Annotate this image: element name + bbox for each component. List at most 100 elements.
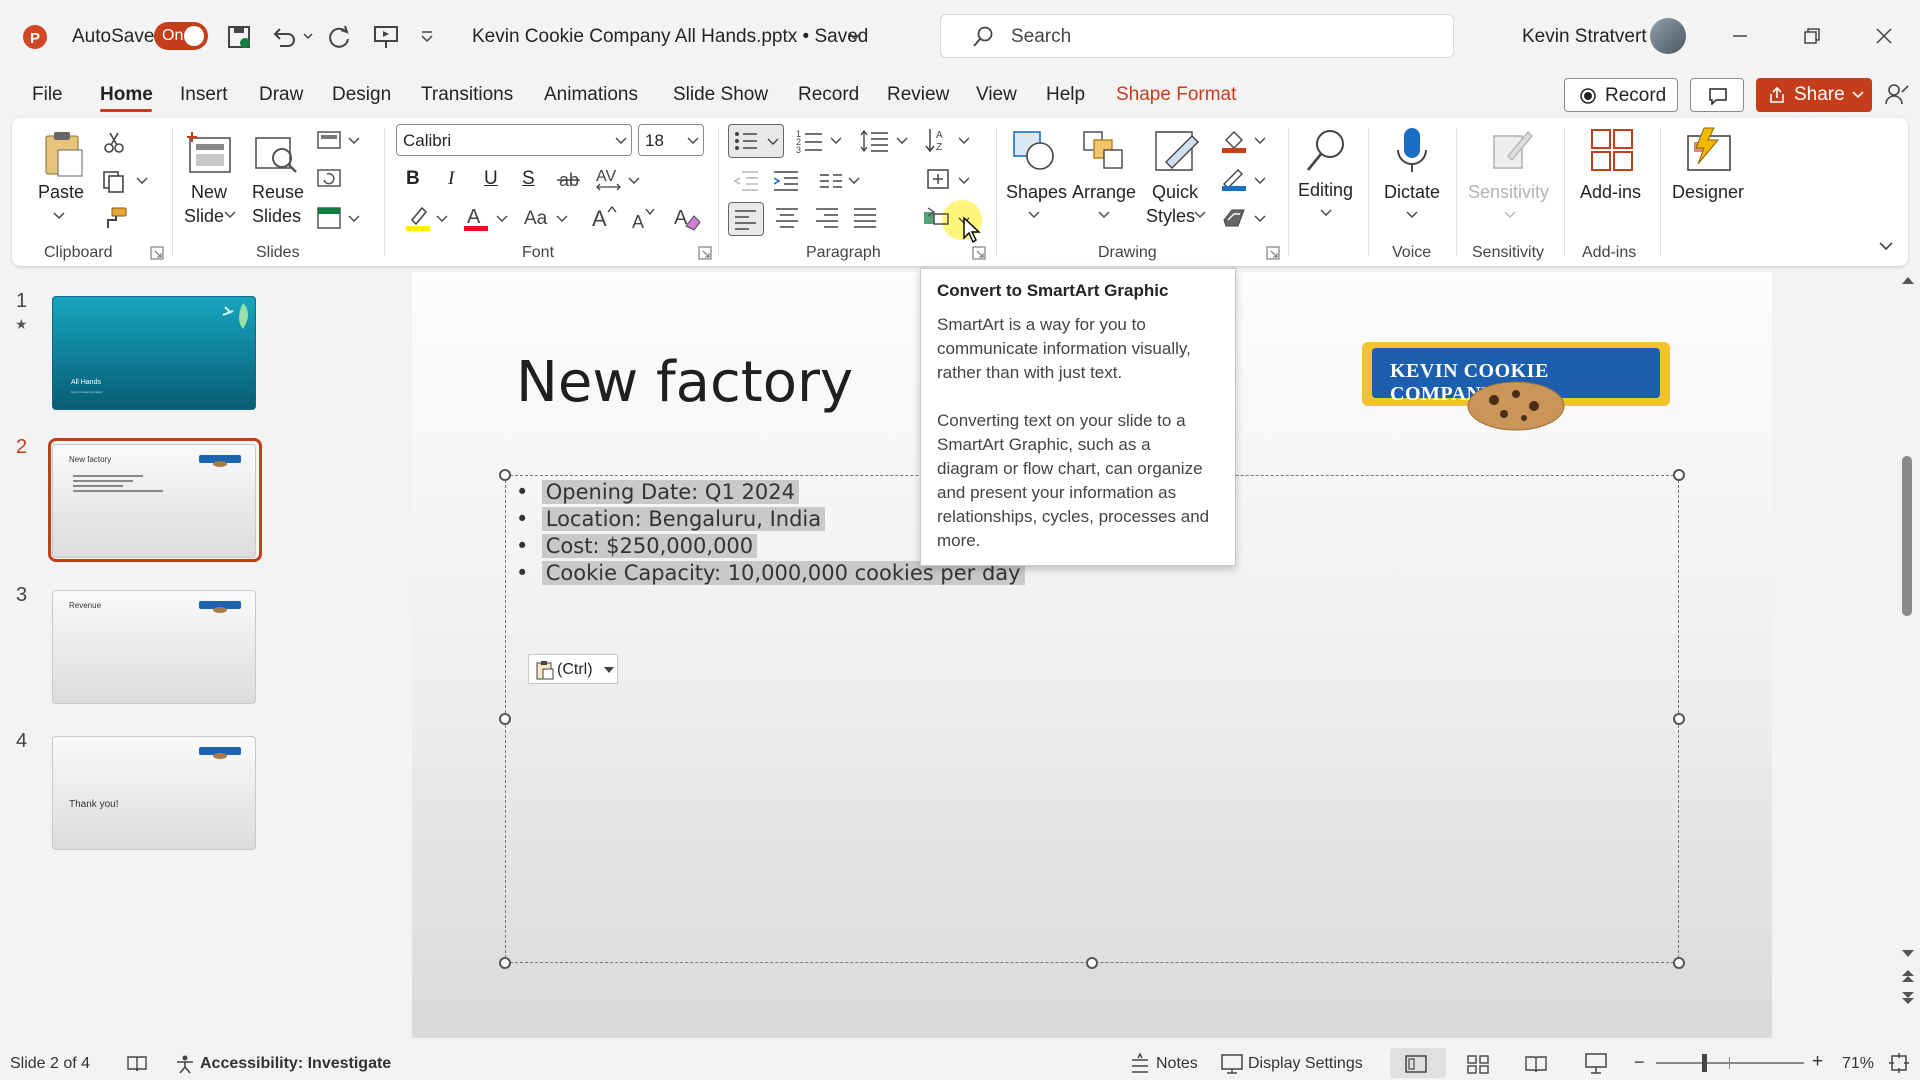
reuse-slides-label[interactable]: Reuse: [252, 180, 304, 204]
character-spacing-icon[interactable]: AV: [594, 166, 624, 192]
font-name-select[interactable]: Calibri: [396, 124, 632, 156]
tab-record[interactable]: Record: [798, 84, 859, 106]
previous-slide-icon[interactable]: [1900, 968, 1916, 984]
line-spacing-icon[interactable]: [860, 128, 890, 154]
spelling-check-icon[interactable]: [126, 1054, 148, 1074]
shape-outline-dropdown-icon[interactable]: [1254, 176, 1266, 186]
drawing-launcher-icon[interactable]: [1266, 246, 1280, 260]
highlight-dropdown-icon[interactable]: [436, 214, 448, 224]
paste-button[interactable]: Paste: [38, 180, 84, 204]
coauthor-icon[interactable]: [1884, 82, 1910, 108]
paragraph-launcher-icon[interactable]: [972, 246, 986, 260]
tab-insert[interactable]: Insert: [180, 84, 228, 106]
resize-handle-left[interactable]: [499, 713, 511, 725]
new-slide-label[interactable]: New: [191, 180, 227, 204]
tab-slide-show[interactable]: Slide Show: [673, 84, 768, 106]
scroll-down-icon[interactable]: [1900, 948, 1916, 960]
comments-button[interactable]: [1690, 78, 1744, 112]
bullet-item-2[interactable]: • Location: Bengaluru, India: [516, 507, 826, 531]
editing-button[interactable]: Editing: [1298, 178, 1353, 202]
document-title[interactable]: Kevin Cookie Company All Hands.pptx • Sa…: [472, 26, 868, 48]
resize-handle-top-right[interactable]: [1673, 469, 1685, 481]
new-slide-label-2[interactable]: Slide: [184, 204, 224, 228]
zoom-slider-thumb[interactable]: [1702, 1054, 1707, 1072]
tab-transitions[interactable]: Transitions: [421, 84, 513, 106]
share-chevron-icon[interactable]: [1852, 90, 1864, 100]
accessibility-status[interactable]: Accessibility: Investigate: [200, 1055, 391, 1073]
align-left-button[interactable]: [728, 202, 764, 236]
zoom-level[interactable]: 71%: [1842, 1055, 1874, 1073]
section-dropdown-icon[interactable]: [348, 214, 360, 224]
italic-button[interactable]: I: [448, 168, 454, 190]
share-button[interactable]: Share: [1756, 78, 1872, 112]
copy-dropdown-icon[interactable]: [136, 176, 148, 186]
fit-to-window-icon[interactable]: [1888, 1052, 1910, 1074]
bullets-button[interactable]: [728, 124, 784, 158]
close-icon[interactable]: [1874, 26, 1894, 46]
tab-view[interactable]: View: [976, 84, 1017, 106]
slide-thumbnail-4[interactable]: Thank you!: [52, 736, 256, 850]
quick-styles-label-2[interactable]: Styles: [1146, 204, 1195, 228]
dictate-button[interactable]: Dictate: [1384, 180, 1440, 204]
clipboard-launcher-icon[interactable]: [150, 246, 164, 260]
underline-button[interactable]: U: [484, 168, 498, 190]
reset-icon[interactable]: [316, 168, 344, 190]
font-color-dropdown-icon[interactable]: [496, 214, 508, 224]
resize-handle-top-left[interactable]: [499, 469, 511, 481]
next-slide-icon[interactable]: [1900, 990, 1916, 1006]
tab-home[interactable]: Home: [100, 84, 153, 106]
slide-show-view-icon[interactable]: [1584, 1052, 1608, 1074]
new-slide-dropdown-icon[interactable]: [224, 210, 236, 220]
restore-icon[interactable]: [1802, 26, 1822, 46]
undo-dropdown-icon[interactable]: [302, 30, 314, 42]
format-painter-icon[interactable]: [102, 206, 128, 230]
resize-handle-bottom-left[interactable]: [499, 957, 511, 969]
arrange-dropdown-icon[interactable]: [1098, 210, 1110, 220]
tab-file[interactable]: File: [32, 84, 63, 106]
align-center-icon[interactable]: [774, 206, 800, 230]
align-text-dropdown-icon[interactable]: [958, 176, 970, 186]
scrollbar-thumb[interactable]: [1902, 456, 1912, 616]
user-name[interactable]: Kevin Stratvert: [1522, 26, 1647, 48]
change-case-button[interactable]: Aa: [524, 208, 547, 230]
shape-fill-dropdown-icon[interactable]: [1254, 136, 1266, 146]
zoom-out-icon[interactable]: −: [1634, 1052, 1645, 1073]
line-spacing-dropdown-icon[interactable]: [896, 136, 908, 146]
slide-thumbnail-3[interactable]: Revenue: [52, 590, 256, 704]
sensitivity-button[interactable]: Sensitivity: [1468, 180, 1549, 204]
font-launcher-icon[interactable]: [698, 246, 712, 260]
scroll-up-icon[interactable]: [1900, 274, 1916, 286]
shape-effects-icon[interactable]: [1220, 206, 1248, 230]
text-direction-icon[interactable]: AZ: [924, 126, 952, 154]
sensitivity-dropdown-icon[interactable]: [1504, 210, 1516, 220]
columns-dropdown-icon[interactable]: [848, 176, 860, 186]
shape-fill-icon[interactable]: [1220, 128, 1248, 154]
designer-button[interactable]: Designer: [1672, 180, 1744, 204]
slide-thumbnail-2[interactable]: New factory: [52, 444, 256, 558]
paste-options-button[interactable]: (Ctrl): [528, 654, 618, 684]
increase-indent-icon[interactable]: [772, 168, 800, 192]
resize-handle-bottom[interactable]: [1086, 957, 1098, 969]
section-icon[interactable]: [316, 206, 344, 230]
tab-shape-format[interactable]: Shape Format: [1116, 84, 1236, 106]
text-shadow-button[interactable]: S: [522, 168, 535, 190]
numbering-dropdown-icon[interactable]: [830, 136, 842, 146]
record-button[interactable]: Record: [1564, 78, 1678, 112]
zoom-in-icon[interactable]: +: [1812, 1051, 1823, 1073]
change-case-dropdown-icon[interactable]: [556, 214, 568, 224]
shapes-dropdown-icon[interactable]: [1028, 210, 1040, 220]
increase-font-size-icon[interactable]: A: [590, 204, 618, 230]
zoom-slider-track[interactable]: [1656, 1062, 1804, 1064]
resize-handle-bottom-right[interactable]: [1673, 957, 1685, 969]
align-text-icon[interactable]: [924, 166, 952, 192]
shape-outline-icon[interactable]: [1220, 166, 1248, 192]
quick-styles-dropdown-icon[interactable]: [1194, 210, 1206, 220]
paste-dropdown-icon[interactable]: [52, 210, 66, 222]
slide-sorter-icon[interactable]: [1466, 1054, 1490, 1074]
tab-draw[interactable]: Draw: [259, 84, 303, 106]
character-spacing-dropdown-icon[interactable]: [628, 176, 640, 186]
reuse-slides-label-2[interactable]: Slides: [252, 204, 301, 228]
tab-review[interactable]: Review: [887, 84, 949, 106]
vertical-scrollbar[interactable]: [1896, 272, 1920, 1046]
customize-quick-access-icon[interactable]: [420, 30, 434, 44]
